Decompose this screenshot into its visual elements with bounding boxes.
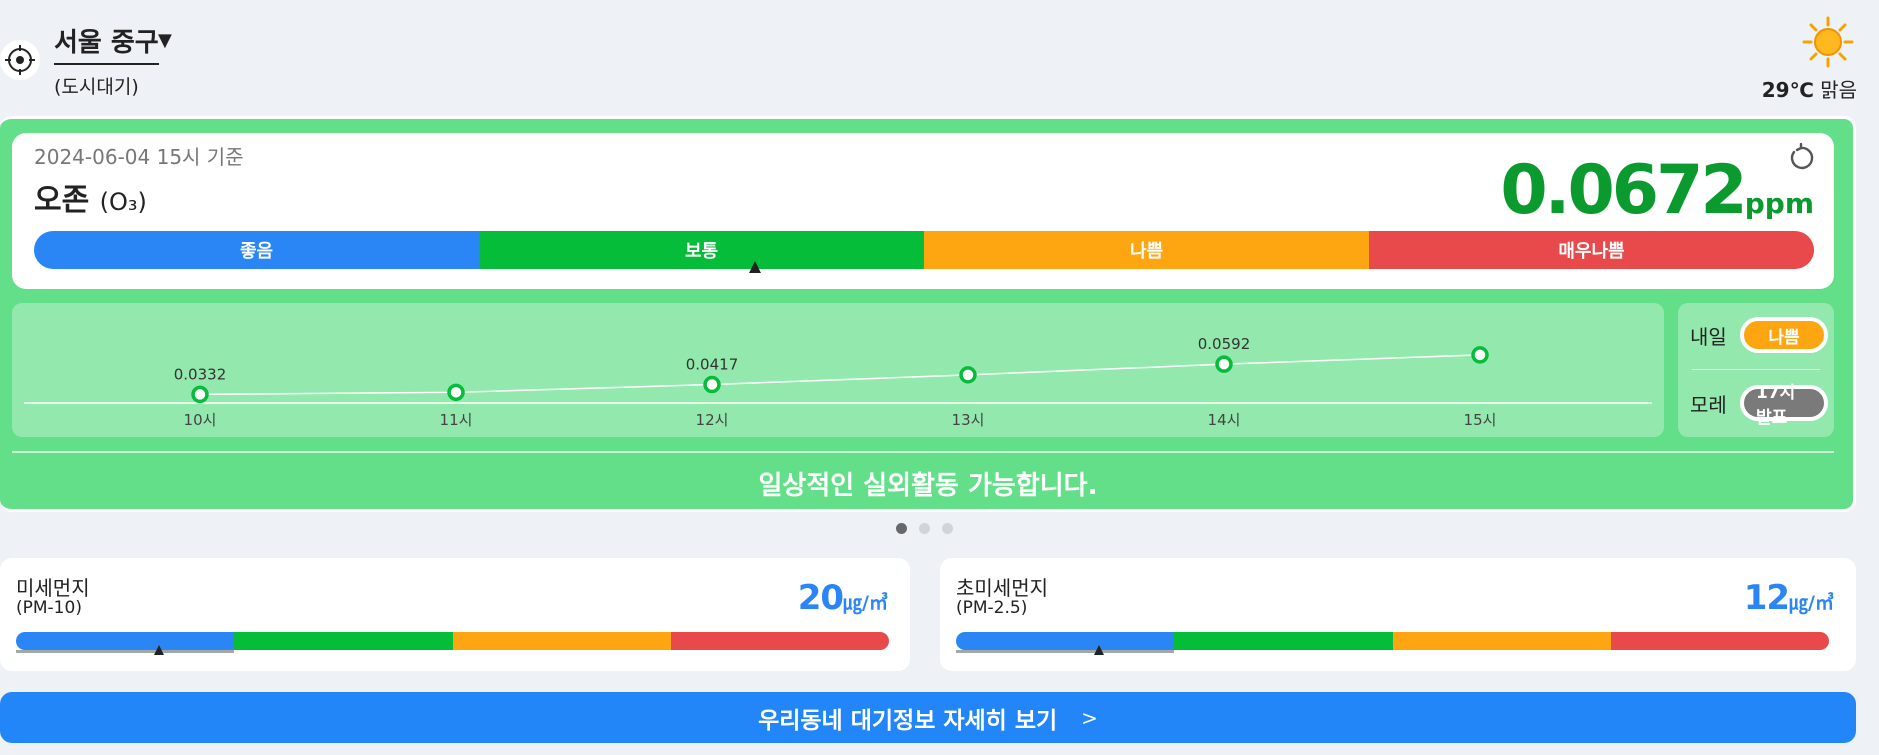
x-tick-label: 12시: [696, 411, 729, 429]
pager-dot-3[interactable]: [942, 523, 953, 534]
data-point: [703, 375, 721, 394]
pm25-grade-bad: [1392, 632, 1611, 650]
pager-dot-2[interactable]: [919, 523, 930, 534]
gps-location-icon[interactable]: [0, 40, 40, 80]
forecast-tomorrow-label: 내일: [1690, 324, 1727, 349]
pm10-grade-normal: [234, 632, 453, 650]
pm10-value-number: 20: [797, 578, 844, 618]
data-point: [1215, 355, 1233, 373]
grade-normal: 보통: [479, 231, 924, 269]
grade-marker-icon: [748, 261, 761, 273]
temperature: 29℃: [1761, 78, 1814, 102]
grade-scale-bar: 좋음 보통 나쁨 매우나쁨: [34, 231, 1814, 273]
chevron-right-icon: >: [1081, 705, 1098, 730]
pm10-marker-icon: [154, 645, 165, 655]
air-quality-card[interactable]: 2024-06-04 15시 기준 오존 (O₃) 0.0672ppm 좋음 보…: [0, 116, 1856, 512]
pollutant-title: 오존 (O₃): [34, 175, 147, 219]
pollutant-value-number: 0.0672: [1500, 151, 1747, 230]
x-tick-label: 11시: [440, 411, 473, 429]
base-time: 2024-06-04 15시 기준: [34, 145, 244, 169]
data-point: [191, 385, 209, 404]
pm25-grade-very-bad: [1610, 632, 1829, 650]
data-point: [1471, 346, 1489, 364]
pm10-grade-very-bad: [670, 632, 889, 650]
x-tick-label: 13시: [952, 411, 985, 429]
view-details-label: 우리동네 대기정보 자세히 보기: [758, 707, 1058, 734]
grade-good: 좋음: [34, 231, 479, 269]
trend-chart-svg: 0.0332 10시 11시 0.0417 12시 13시 0.0592 14시 15시: [24, 335, 1652, 429]
pollutant-name: 오존: [34, 183, 90, 218]
forecast-panel: 내일 나쁨 모레 17시 발표: [1678, 303, 1834, 437]
pm25-marker-icon: [1094, 645, 1105, 655]
weather-summary: 29℃ 맑음: [1762, 74, 1857, 103]
station-type: (도시대기): [54, 76, 139, 98]
view-details-button[interactable]: 우리동네 대기정보 자세히 보기 >: [0, 692, 1856, 743]
hourly-trend-chart: 0.0332 10시 11시 0.0417 12시 13시 0.0592 14시 15시: [12, 303, 1664, 437]
pollutant-symbol: (O₃): [99, 188, 147, 216]
pm25-grade-bar: [956, 632, 1829, 655]
pm25-value-unit: ㎍/㎥: [1789, 592, 1834, 614]
forecast-tomorrow-badge: 나쁨: [1740, 317, 1828, 353]
pm25-value: 12㎍/㎥: [1744, 578, 1834, 618]
location-dropdown-icon[interactable]: ▼: [158, 30, 172, 51]
pm10-title: 미세먼지: [16, 576, 90, 600]
pm10-grade-good: [16, 632, 235, 653]
data-label: 0.0592: [1198, 335, 1251, 353]
x-tick-label: 15시: [1464, 411, 1497, 429]
data-point: [447, 383, 465, 402]
pm10-grade-bar: [16, 632, 889, 655]
pm10-value-unit: ㎍/㎥: [843, 592, 888, 614]
forecast-day-after: 모레 17시 발표: [1690, 383, 1828, 428]
pm25-grade-normal: [1174, 632, 1393, 650]
series-line: [199, 354, 1481, 396]
carousel-pager: [896, 523, 953, 534]
pm25-title: 초미세먼지: [956, 576, 1048, 600]
grade-very-bad: 매우나쁨: [1369, 231, 1814, 269]
pollutant-summary: 2024-06-04 15시 기준 오존 (O₃) 0.0672ppm 좋음 보…: [12, 133, 1834, 289]
health-message: 일상적인 실외활동 가능합니다.: [758, 471, 1098, 501]
pager-dot-1[interactable]: [896, 523, 907, 534]
data-point: [959, 366, 977, 384]
location-name[interactable]: 서울 중구: [54, 22, 159, 65]
data-label: 0.0332: [174, 365, 227, 383]
forecast-day-after-badge: 17시 발표: [1740, 383, 1828, 428]
data-label: 0.0417: [686, 356, 739, 374]
forecast-tomorrow: 내일 나쁨: [1690, 317, 1828, 353]
pollutant-value: 0.0672ppm: [1500, 151, 1814, 230]
grade-bad: 나쁨: [924, 231, 1369, 269]
x-tick-label: 10시: [184, 411, 217, 429]
x-tick-label: 14시: [1208, 411, 1241, 429]
pm25-value-number: 12: [1743, 578, 1790, 618]
forecast-divider: [1692, 369, 1820, 370]
pollutant-value-unit: ppm: [1744, 187, 1814, 220]
pm25-subtitle: (PM-2.5): [956, 598, 1028, 618]
divider: [12, 451, 1834, 453]
pm25-card[interactable]: 초미세먼지 (PM-2.5) 12㎍/㎥: [940, 558, 1856, 671]
pm10-grade-bad: [452, 632, 671, 650]
weather-condition: 맑음: [1820, 78, 1857, 102]
sun-icon: [1802, 16, 1854, 68]
pm25-grade-good: [956, 632, 1175, 653]
pm10-card[interactable]: 미세먼지 (PM-10) 20㎍/㎥: [0, 558, 910, 671]
pm10-subtitle: (PM-10): [16, 598, 82, 618]
pm10-value: 20㎍/㎥: [798, 578, 888, 618]
forecast-day-after-label: 모레: [1690, 392, 1727, 417]
